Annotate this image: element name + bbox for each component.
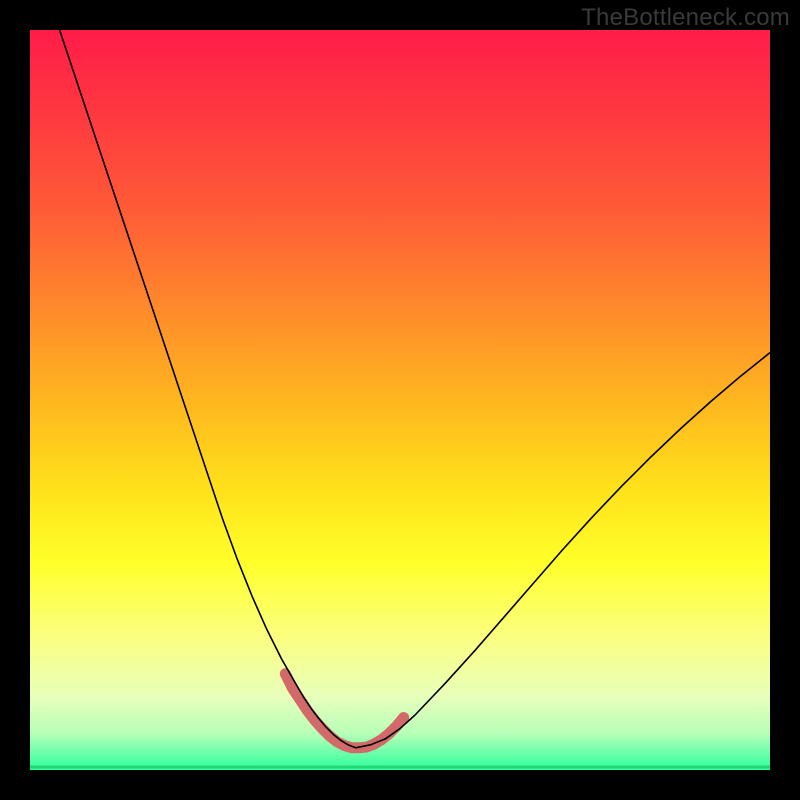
chart-svg: [30, 30, 770, 770]
outer-frame: TheBottleneck.com: [0, 0, 800, 800]
watermark-text: TheBottleneck.com: [581, 4, 790, 32]
chart-background: [30, 30, 770, 770]
plot-area: [30, 30, 770, 770]
